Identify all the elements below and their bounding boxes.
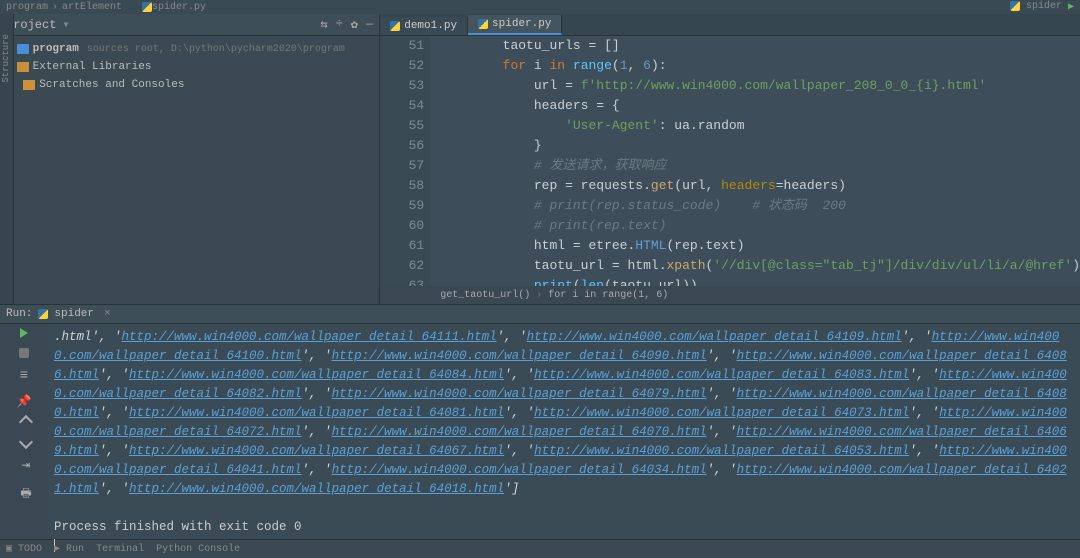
settings-icon[interactable]: ✿: [351, 17, 358, 32]
project-tree[interactable]: ▸ program sources root, D:\python\pychar…: [0, 36, 379, 98]
tree-label: External Libraries: [33, 61, 152, 73]
run-toolbar: ≡ 📌 ⇥ 🖶: [0, 324, 48, 539]
console-link[interactable]: http://www.win4000.com/wallpaper_detail_…: [332, 463, 707, 477]
project-toolwindow-header: Project ▾ ⇆ ÷ ✿ —: [0, 14, 379, 36]
console-link[interactable]: http://www.win4000.com/wallpaper_detail_…: [534, 444, 909, 458]
crumb[interactable]: for i in range(1, 6): [548, 290, 668, 301]
tab-label: demo1.py: [404, 20, 457, 32]
console-link[interactable]: http://www.win4000.com/wallpaper_detail_…: [129, 444, 504, 458]
left-tool-rail: Structure: [0, 14, 14, 304]
console-link[interactable]: http://www.win4000.com/wallpaper_detail_…: [527, 330, 902, 344]
run-toolwindow: ≡ 📌 ⇥ 🖶 .html', 'http://www.win4000.com/…: [0, 324, 1080, 539]
exit-line: Process finished with exit code 0: [54, 520, 302, 534]
collapse-icon[interactable]: ⇆: [320, 17, 327, 32]
scratch-icon: [23, 80, 35, 90]
status-item[interactable]: Terminal: [96, 544, 144, 555]
code-breadcrumb[interactable]: get_taotu_url() › for i in range(1, 6): [380, 286, 1080, 304]
code-content[interactable]: taotu_urls = [] for i in range(1, 6): ur…: [430, 36, 1080, 286]
console-link[interactable]: http://www.win4000.com/wallpaper_detail_…: [129, 368, 504, 382]
expand-icon[interactable]: ÷: [336, 17, 343, 32]
tab-label: spider.py: [492, 18, 551, 30]
project-toolwindow: Project ▾ ⇆ ÷ ✿ — ▸ program sources root…: [0, 14, 380, 304]
run-icon[interactable]: ▶: [1068, 1, 1074, 13]
editor-tab[interactable]: spider.py: [468, 15, 562, 35]
stop-icon[interactable]: [19, 348, 29, 358]
console-link[interactable]: http://www.win4000.com/wallpaper_detail_…: [534, 406, 909, 420]
console-link[interactable]: http://www.win4000.com/wallpaper_detail_…: [129, 482, 504, 496]
folder-icon: [17, 44, 29, 54]
console-link[interactable]: http://www.win4000.com/wallpaper_detail_…: [129, 406, 504, 420]
hide-icon[interactable]: —: [366, 17, 373, 32]
crumb: artElement: [62, 2, 122, 13]
python-icon: [390, 21, 400, 31]
python-icon: [478, 19, 488, 29]
crumb-file: spider.py: [152, 2, 206, 13]
run-config[interactable]: spider: [1026, 1, 1062, 13]
status-item[interactable]: Python Console: [156, 544, 240, 555]
python-icon: [38, 309, 48, 319]
close-icon[interactable]: ×: [104, 308, 111, 320]
wrap-icon[interactable]: ⇥: [22, 457, 30, 474]
line-gutter: 51525354555657585960616263: [380, 36, 430, 286]
status-bar: ▣ TODO ▶ Run Terminal Python Console: [0, 539, 1080, 558]
rail-label[interactable]: Structure: [1, 34, 11, 83]
run-label: Run:: [6, 308, 32, 320]
scroll-up-icon[interactable]: [19, 415, 33, 429]
tree-item[interactable]: ▸ External Libraries: [6, 58, 373, 76]
console-link[interactable]: http://www.win4000.com/wallpaper_detail_…: [332, 387, 707, 401]
tree-root[interactable]: ▸ program sources root, D:\python\pychar…: [6, 40, 373, 58]
library-icon: [17, 62, 29, 72]
soft-wrap-icon[interactable]: ≡: [20, 368, 28, 384]
python-icon: [142, 2, 152, 12]
console-link[interactable]: http://www.win4000.com/wallpaper_detail_…: [534, 368, 909, 382]
tree-label: program: [33, 43, 79, 55]
crumb[interactable]: get_taotu_url(): [440, 290, 530, 301]
tree-item[interactable]: Scratches and Consoles: [6, 76, 373, 94]
console-output[interactable]: .html', 'http://www.win4000.com/wallpape…: [48, 324, 1080, 539]
status-item[interactable]: ▶ Run: [54, 543, 84, 555]
editor-tabs: demo1.py spider.py: [380, 14, 1080, 36]
pin-icon[interactable]: 📌: [17, 394, 32, 409]
console-link[interactable]: http://www.win4000.com/wallpaper_detail_…: [122, 330, 497, 344]
console-link[interactable]: http://www.win4000.com/wallpaper_detail_…: [332, 425, 707, 439]
console-link[interactable]: http://www.win4000.com/wallpaper_detail_…: [332, 349, 707, 363]
breadcrumb-bar: program › artElement spider.py spider ▶: [0, 0, 1080, 14]
tree-label: Scratches and Consoles: [39, 79, 184, 91]
run-toolwindow-header: Run: spider ×: [0, 304, 1080, 324]
run-config-name[interactable]: spider: [54, 308, 94, 320]
crumb: program: [6, 2, 48, 13]
editor-tab[interactable]: demo1.py: [380, 17, 468, 35]
code-area[interactable]: 51525354555657585960616263 taotu_urls = …: [380, 36, 1080, 286]
tree-path: sources root, D:\python\pycharm2020\prog…: [87, 44, 345, 55]
editor: demo1.py spider.py 515253545556575859606…: [380, 14, 1080, 304]
print-icon[interactable]: 🖶: [20, 484, 31, 505]
scroll-down-icon[interactable]: [19, 435, 33, 449]
status-item[interactable]: ▣ TODO: [6, 543, 42, 555]
rerun-icon[interactable]: [20, 328, 28, 338]
python-icon: [1010, 1, 1020, 11]
